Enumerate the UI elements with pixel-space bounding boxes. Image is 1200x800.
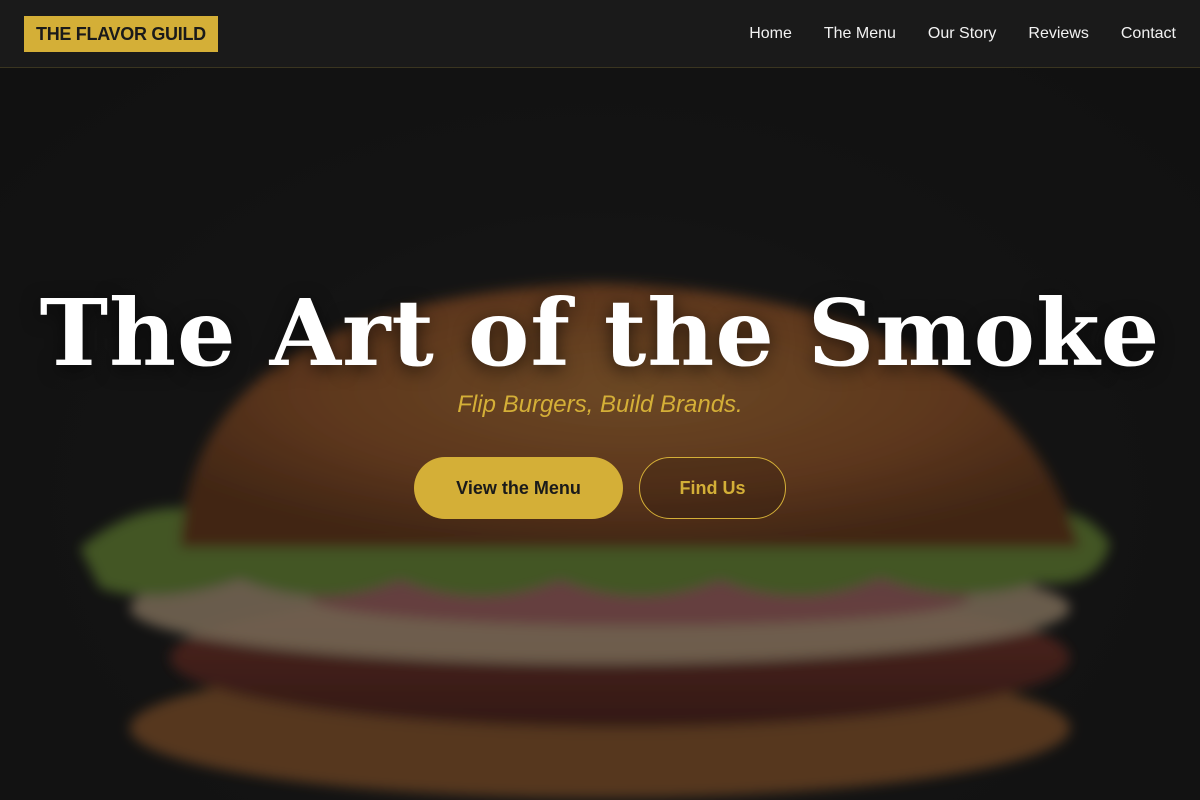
- hero-title: The Art of the Smoke: [39, 279, 1161, 387]
- nav-link-menu[interactable]: The Menu: [824, 25, 896, 42]
- nav-link-story[interactable]: Our Story: [928, 25, 996, 42]
- nav-link-reviews[interactable]: Reviews: [1028, 25, 1088, 42]
- brand-logo[interactable]: THE FLAVOR GUILD: [24, 16, 218, 52]
- hero-buttons: View the Menu Find Us: [0, 457, 1200, 519]
- nav-item-menu: The Menu: [824, 25, 896, 43]
- find-us-button[interactable]: Find Us: [639, 457, 786, 519]
- main-nav: Home The Menu Our Story Reviews Contact: [749, 0, 1176, 68]
- site-header: THE FLAVOR GUILD Home The Menu Our Story…: [0, 0, 1200, 68]
- nav-item-contact: Contact: [1121, 25, 1176, 43]
- nav-item-story: Our Story: [928, 25, 996, 43]
- nav-item-reviews: Reviews: [1028, 25, 1088, 43]
- nav-item-home: Home: [749, 25, 792, 43]
- hero-overlay: [0, 68, 1200, 800]
- hero-section: The Art of the Smoke Flip Burgers, Build…: [0, 68, 1200, 800]
- view-menu-button[interactable]: View the Menu: [414, 457, 623, 519]
- nav-link-contact[interactable]: Contact: [1121, 25, 1176, 42]
- nav-link-home[interactable]: Home: [749, 25, 792, 42]
- hero-tagline: Flip Burgers, Build Brands.: [457, 391, 743, 418]
